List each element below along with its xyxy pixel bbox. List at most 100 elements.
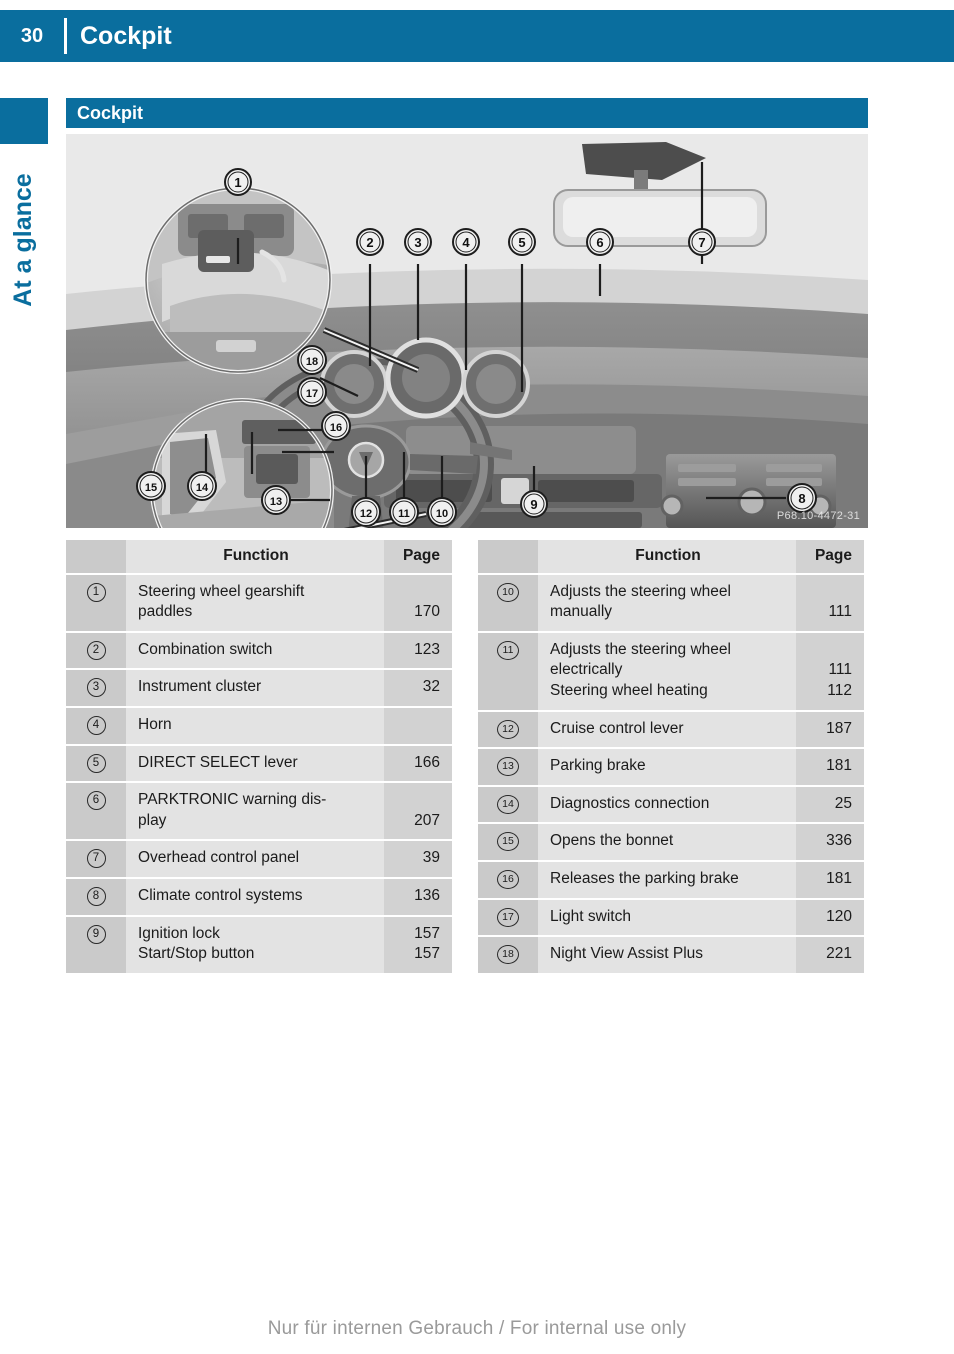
callout-number-6: 6 xyxy=(66,783,126,840)
page-reference[interactable]: 32 xyxy=(384,677,440,698)
page-reference[interactable]: 336 xyxy=(796,831,852,852)
function-text-line: Climate control systems xyxy=(138,887,303,905)
callout-number-2: 2 xyxy=(66,632,126,669)
section-heading-bar: Cockpit xyxy=(66,98,868,128)
page-cell[interactable]: 111 xyxy=(796,574,864,631)
page-reference[interactable]: 157 xyxy=(384,944,440,965)
callout-number-5: 5 xyxy=(66,745,126,782)
circled-number-icon: 12 xyxy=(497,719,519,739)
function-cell: Steering wheel gearshift paddles xyxy=(126,574,384,631)
function-cell: Climate control systems xyxy=(126,879,384,915)
function-text-line: Steering wheel heating xyxy=(550,682,708,700)
svg-text:11: 11 xyxy=(398,508,410,520)
page-cell[interactable]: 187 xyxy=(796,711,864,748)
cockpit-illustration: 1 2 3 4 5 6 7 8 9 10 11 12 13 14 15 16 1… xyxy=(66,134,868,528)
function-cell: Light switch xyxy=(538,899,796,936)
table-row: 11 Adjusts the steering wheel electrically… xyxy=(478,632,864,710)
page-cell[interactable]: 157 157 xyxy=(384,916,452,973)
function-text-line: Releases the parking brake xyxy=(550,870,739,888)
page-cell[interactable]: 166 xyxy=(384,745,452,782)
table-row: 1 Steering wheel gearshift paddles 170 xyxy=(66,574,452,631)
function-cell: PARKTRONIC warning dis-play xyxy=(126,783,384,840)
page-cell[interactable]: 25 xyxy=(796,786,864,823)
page-cell[interactable]: 39 xyxy=(384,841,452,878)
page-reference[interactable]: 39 xyxy=(384,848,440,869)
page-reference[interactable]: 136 xyxy=(384,886,440,907)
circled-number-icon: 13 xyxy=(497,757,519,777)
page-cell[interactable]: 111 112 xyxy=(796,632,864,710)
page-reference[interactable]: 111 xyxy=(796,660,852,681)
callout-number-18: 18 xyxy=(478,937,538,973)
page-cell[interactable]: 123 xyxy=(384,632,452,669)
page-cell[interactable]: 120 xyxy=(796,899,864,936)
page-number: 30 xyxy=(20,24,44,47)
header-index xyxy=(66,540,126,573)
page-reference[interactable]: 181 xyxy=(796,869,852,890)
circled-number-icon: 14 xyxy=(497,794,519,814)
page-reference[interactable]: 187 xyxy=(796,719,852,740)
function-cell: Ignition lock Start/Stop button xyxy=(126,916,384,973)
table-row: 7 Overhead control panel 39 xyxy=(66,841,452,878)
page-reference[interactable]: 170 xyxy=(384,602,440,623)
page-reference[interactable]: 120 xyxy=(796,907,852,928)
header-page: Page xyxy=(796,540,864,573)
page-cell[interactable]: 207 xyxy=(384,783,452,840)
page-cell[interactable]: 181 xyxy=(796,862,864,898)
table-row: 2 Combination switch 123 xyxy=(66,632,452,669)
page-reference[interactable]: 166 xyxy=(384,753,440,774)
function-text-line: Horn xyxy=(138,716,172,734)
function-table-right: Function Page 10 Adjusts the steering wheel… xyxy=(478,538,864,975)
circled-number-icon: 2 xyxy=(86,640,106,660)
running-header: 30 Cockpit xyxy=(0,10,954,62)
page-reference[interactable]: 111 xyxy=(796,602,852,623)
page-cell[interactable]: 32 xyxy=(384,670,452,707)
svg-text:4: 4 xyxy=(462,235,470,250)
callout-number-4: 4 xyxy=(66,708,126,744)
table-row: 10 Adjusts the steering wheel manually 111 xyxy=(478,574,864,631)
page-cell[interactable]: 221 xyxy=(796,937,864,973)
circled-number-icon: 7 xyxy=(86,849,106,869)
function-cell: Cruise control lever xyxy=(538,711,796,748)
function-text-line: Ignition lock xyxy=(138,924,220,942)
page-cell[interactable]: 136 xyxy=(384,879,452,915)
svg-text:3: 3 xyxy=(414,235,421,250)
page-reference[interactable]: 221 xyxy=(796,944,852,965)
circled-number-icon: 8 xyxy=(86,887,106,907)
callout-number-9: 9 xyxy=(66,916,126,973)
callout-number-13: 13 xyxy=(478,749,538,785)
circled-number-icon: 17 xyxy=(497,907,519,927)
function-cell: Adjusts the steering wheel electrically St… xyxy=(538,632,796,710)
page-reference[interactable]: 207 xyxy=(384,811,440,832)
page-cell[interactable]: 170 xyxy=(384,574,452,631)
page-cell[interactable]: 181 xyxy=(796,749,864,785)
function-cell: Night View Assist Plus xyxy=(538,937,796,973)
function-cell: Adjusts the steering wheel manually xyxy=(538,574,796,631)
chapter-tab-label: At a glance xyxy=(8,173,37,307)
table-row: 12 Cruise control lever 187 xyxy=(478,711,864,748)
function-text-line: Steering wheel gearshift xyxy=(138,582,305,600)
svg-text:18: 18 xyxy=(306,356,318,368)
function-text-line: Parking brake xyxy=(550,757,646,775)
header-function: Function xyxy=(126,540,384,573)
table-row: 13 Parking brake 181 xyxy=(478,749,864,785)
svg-text:2: 2 xyxy=(366,235,373,250)
function-text-line: electrically xyxy=(550,661,623,679)
table-row: 18 Night View Assist Plus 221 xyxy=(478,937,864,973)
circled-number-icon: 6 xyxy=(86,791,106,811)
table-header-row: Function Page xyxy=(66,540,452,573)
page-reference[interactable]: 112 xyxy=(796,681,852,702)
page-reference[interactable]: 181 xyxy=(796,756,852,777)
manual-page: 30 Cockpit At a glance Cockpit 1 2 3 4 5… xyxy=(0,0,954,1354)
circled-number-icon: 11 xyxy=(497,640,519,660)
callout-number-7: 7 xyxy=(66,841,126,878)
page-cell[interactable]: 336 xyxy=(796,824,864,861)
function-text-line: Start/Stop button xyxy=(138,945,255,963)
function-text-line: Adjusts the steering wheel xyxy=(550,640,731,658)
circled-number-icon: 9 xyxy=(86,924,106,944)
circled-number-icon: 16 xyxy=(497,870,519,890)
callout-number-17: 17 xyxy=(478,899,538,936)
page-reference[interactable]: 25 xyxy=(796,794,852,815)
page-reference[interactable]: 123 xyxy=(384,640,440,661)
page-cell[interactable] xyxy=(384,708,452,744)
page-reference[interactable]: 157 xyxy=(384,924,440,945)
